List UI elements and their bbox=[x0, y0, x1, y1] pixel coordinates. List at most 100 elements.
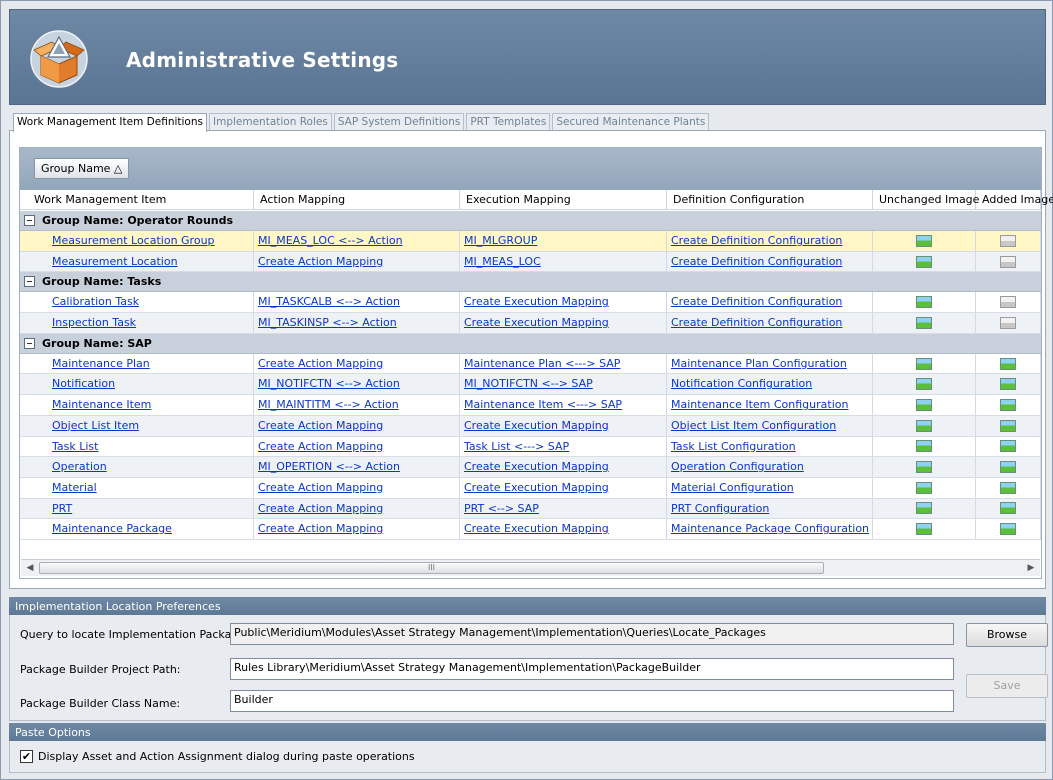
added-image-icon[interactable] bbox=[1000, 440, 1016, 453]
definition-configuration-link[interactable]: Create Definition Configuration bbox=[671, 316, 842, 329]
definition-configuration-link[interactable]: Notification Configuration bbox=[671, 377, 812, 390]
collapse-icon[interactable] bbox=[24, 337, 35, 349]
added-image-icon[interactable] bbox=[1000, 523, 1016, 536]
action-mapping-link[interactable]: Create Action Mapping bbox=[258, 419, 383, 432]
action-mapping-link[interactable]: MI_NOTIFCTN <--> Action bbox=[258, 377, 400, 390]
action-mapping-link[interactable]: Create Action Mapping bbox=[258, 357, 383, 370]
table-row[interactable]: Object List Item Create Action Mapping Cre… bbox=[20, 415, 1041, 437]
unchanged-image-icon[interactable] bbox=[916, 481, 932, 494]
column-header-action-mapping[interactable]: Action Mapping bbox=[254, 190, 460, 210]
definition-configuration-link[interactable]: Create Definition Configuration bbox=[671, 295, 842, 308]
tab-sap-system-definitions[interactable]: SAP System Definitions bbox=[333, 113, 465, 131]
unchanged-image-icon[interactable] bbox=[916, 461, 932, 474]
scroll-right-icon[interactable]: ▶ bbox=[1024, 561, 1038, 575]
query-field[interactable]: Public\Meridium\Modules\Asset Strategy M… bbox=[230, 623, 954, 645]
added-image-icon[interactable] bbox=[1000, 296, 1016, 309]
definition-configuration-link[interactable]: Object List Item Configuration bbox=[671, 419, 836, 432]
group-row-sap[interactable]: Group Name: SAP bbox=[20, 333, 1041, 354]
definition-configuration-link[interactable]: Maintenance Item Configuration bbox=[671, 398, 848, 411]
definition-configuration-link[interactable]: Task List Configuration bbox=[671, 440, 796, 453]
added-image-icon[interactable] bbox=[1000, 255, 1016, 268]
work-item-link[interactable]: Object List Item bbox=[52, 419, 139, 432]
action-mapping-link[interactable]: Create Action Mapping bbox=[258, 522, 383, 535]
execution-mapping-link[interactable]: Create Execution Mapping bbox=[464, 522, 609, 535]
work-item-link[interactable]: Notification bbox=[52, 377, 115, 390]
work-item-link[interactable]: Operation bbox=[52, 460, 107, 473]
unchanged-image-icon[interactable] bbox=[916, 523, 932, 536]
unchanged-image-icon[interactable] bbox=[916, 255, 932, 268]
table-row[interactable]: Operation MI_OPERTION <--> Action Create E… bbox=[20, 457, 1041, 478]
action-mapping-link[interactable]: MI_MEAS_LOC <--> Action bbox=[258, 234, 403, 247]
work-item-link[interactable]: Inspection Task bbox=[52, 316, 136, 329]
action-mapping-link[interactable]: Create Action Mapping bbox=[258, 481, 383, 494]
unchanged-image-icon[interactable] bbox=[916, 234, 932, 247]
work-item-link[interactable]: Maintenance Item bbox=[52, 398, 151, 411]
action-mapping-link[interactable]: Create Action Mapping bbox=[258, 502, 383, 515]
group-name-sort-chip[interactable]: Group Name △ bbox=[34, 158, 130, 179]
unchanged-image-icon[interactable] bbox=[916, 398, 932, 411]
scroll-left-icon[interactable]: ◀ bbox=[23, 561, 37, 575]
table-row[interactable]: Measurement Location Group MI_MEAS_LOC <-… bbox=[20, 231, 1041, 252]
tab-secured-maintenance-plants[interactable]: Secured Maintenance Plants bbox=[552, 113, 710, 131]
action-mapping-link[interactable]: MI_TASKINSP <--> Action bbox=[258, 316, 397, 329]
work-item-link[interactable]: Calibration Task bbox=[52, 295, 139, 308]
scroll-thumb[interactable]: III bbox=[39, 562, 824, 574]
added-image-icon[interactable] bbox=[1000, 398, 1016, 411]
added-image-icon[interactable] bbox=[1000, 461, 1016, 474]
table-row[interactable]: Task List Create Action Mapping Task List … bbox=[20, 436, 1041, 458]
tab-work-management-item-definitions[interactable]: Work Management Item Definitions bbox=[13, 113, 207, 132]
action-mapping-link[interactable]: MI_MAINTITM <--> Action bbox=[258, 398, 399, 411]
execution-mapping-link[interactable]: MI_MEAS_LOC bbox=[464, 255, 541, 268]
execution-mapping-link[interactable]: Create Execution Mapping bbox=[464, 316, 609, 329]
table-row[interactable]: PRT Create Action Mapping PRT <--> SAP PRT … bbox=[20, 498, 1041, 520]
execution-mapping-link[interactable]: Create Execution Mapping bbox=[464, 419, 609, 432]
execution-mapping-link[interactable]: Task List <---> SAP bbox=[464, 440, 569, 453]
unchanged-image-icon[interactable] bbox=[916, 419, 932, 432]
added-image-icon[interactable] bbox=[1000, 502, 1016, 515]
work-item-link[interactable]: Task List bbox=[52, 440, 98, 453]
added-image-icon[interactable] bbox=[1000, 378, 1016, 391]
execution-mapping-link[interactable]: PRT <--> SAP bbox=[464, 502, 539, 515]
browse-button[interactable]: Browse bbox=[966, 623, 1048, 647]
unchanged-image-icon[interactable] bbox=[916, 316, 932, 329]
added-image-icon[interactable] bbox=[1000, 357, 1016, 370]
column-header-added-image[interactable]: Added Image bbox=[976, 190, 1053, 210]
work-item-link[interactable]: Measurement Location bbox=[52, 255, 178, 268]
tab-prt-templates[interactable]: PRT Templates bbox=[466, 113, 551, 131]
column-header-unchanged-image[interactable]: Unchanged Image bbox=[873, 190, 979, 210]
work-item-link[interactable]: PRT bbox=[52, 502, 72, 515]
added-image-icon[interactable] bbox=[1000, 419, 1016, 432]
table-row[interactable]: Maintenance Package Create Action Mapping… bbox=[20, 519, 1041, 540]
unchanged-image-icon[interactable] bbox=[916, 378, 932, 391]
collapse-icon[interactable] bbox=[24, 215, 35, 226]
table-row[interactable]: Material Create Action Mapping Create Exec… bbox=[20, 477, 1041, 499]
save-button[interactable]: Save bbox=[966, 674, 1048, 698]
table-row[interactable]: Notification MI_NOTIFCTN <--> Action MI_NO… bbox=[20, 374, 1041, 396]
execution-mapping-link[interactable]: Create Execution Mapping bbox=[464, 481, 609, 494]
paste-dialog-checkbox[interactable]: ✔ bbox=[20, 750, 33, 763]
added-image-icon[interactable] bbox=[1000, 316, 1016, 329]
action-mapping-link[interactable]: MI_TASKCALB <--> Action bbox=[258, 295, 400, 308]
unchanged-image-icon[interactable] bbox=[916, 357, 932, 370]
definition-configuration-link[interactable]: Maintenance Plan Configuration bbox=[671, 357, 847, 370]
definition-configuration-link[interactable]: PRT Configuration bbox=[671, 502, 769, 515]
column-header-definition-configuration[interactable]: Definition Configuration bbox=[667, 190, 873, 210]
execution-mapping-link[interactable]: Maintenance Item <---> SAP bbox=[464, 398, 622, 411]
execution-mapping-link[interactable]: MI_NOTIFCTN <--> SAP bbox=[464, 377, 593, 390]
execution-mapping-link[interactable]: Create Execution Mapping bbox=[464, 295, 609, 308]
definition-configuration-link[interactable]: Operation Configuration bbox=[671, 460, 804, 473]
unchanged-image-icon[interactable] bbox=[916, 296, 932, 309]
action-mapping-link[interactable]: Create Action Mapping bbox=[258, 255, 383, 268]
work-item-link[interactable]: Maintenance Package bbox=[52, 522, 172, 535]
project-path-field[interactable]: Rules Library\Meridium\Asset Strategy Ma… bbox=[230, 658, 954, 680]
horizontal-scrollbar[interactable]: ◀ III ▶ bbox=[21, 559, 1040, 576]
execution-mapping-link[interactable]: MI_MLGROUP bbox=[464, 234, 537, 247]
column-header-work-management-item[interactable]: Work Management Item bbox=[20, 190, 254, 210]
unchanged-image-icon[interactable] bbox=[916, 440, 932, 453]
action-mapping-link[interactable]: Create Action Mapping bbox=[258, 440, 383, 453]
execution-mapping-link[interactable]: Maintenance Plan <---> SAP bbox=[464, 357, 620, 370]
execution-mapping-link[interactable]: Create Execution Mapping bbox=[464, 460, 609, 473]
added-image-icon[interactable] bbox=[1000, 481, 1016, 494]
table-row[interactable]: Measurement Location Create Action Mappin… bbox=[20, 251, 1041, 273]
definition-configuration-link[interactable]: Maintenance Package Configuration bbox=[671, 522, 869, 535]
